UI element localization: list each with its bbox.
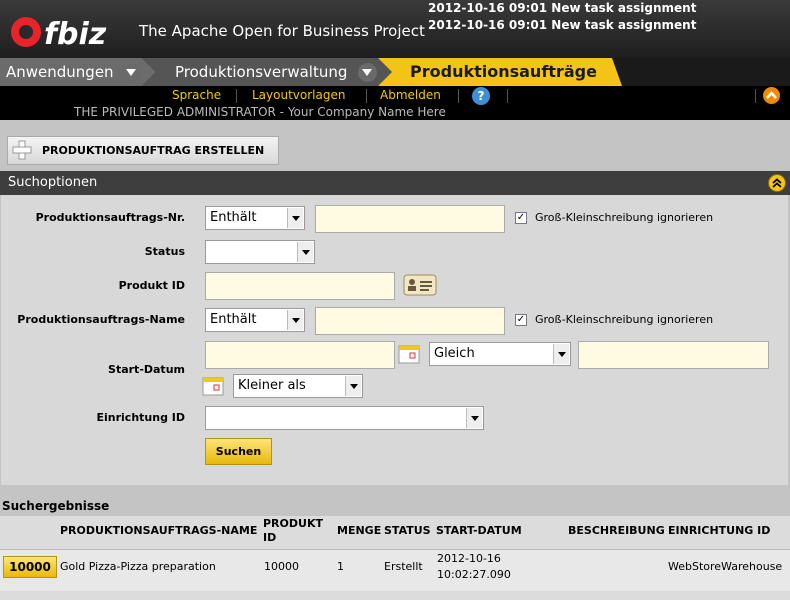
- search-button[interactable]: Suchen: [205, 438, 272, 465]
- search-options-panel: [1, 195, 788, 485]
- search-results-header: Suchergebnisse: [0, 496, 790, 516]
- notification-2[interactable]: 2012-10-16 09:01 New task assignment: [428, 18, 696, 32]
- chevron-down-icon: [345, 376, 361, 396]
- order-name-label: Produktionsauftrags-Name: [17, 313, 185, 326]
- tab-produktionsauftraege[interactable]: Produktionsaufträge: [410, 58, 597, 86]
- order-id-button[interactable]: 10000: [3, 556, 57, 578]
- menu-separator: [236, 89, 237, 103]
- menu-separator: [507, 89, 508, 103]
- menu-separator: [458, 89, 459, 103]
- collapse-up-icon[interactable]: [763, 87, 780, 104]
- cell-name: Gold Pizza-Pizza preparation: [60, 560, 216, 573]
- column-header-start-date[interactable]: START-DATUM: [436, 524, 522, 538]
- user-info: THE PRIVILEGED ADMINISTRATOR - Your Comp…: [74, 105, 446, 119]
- column-header-name[interactable]: PRODUKTIONSAUFTRAGS-NAME: [60, 524, 257, 538]
- cell-start-time: 10:02:27.090: [437, 568, 511, 581]
- product-id-input[interactable]: [205, 272, 395, 300]
- start-date-op1-select[interactable]: Gleich: [429, 342, 571, 366]
- chevron-down-icon: [287, 310, 303, 330]
- chevron-down-icon[interactable]: [122, 63, 141, 82]
- column-header-description[interactable]: BESCHREIBUNG: [568, 524, 665, 538]
- select-value: Gleich: [434, 346, 475, 361]
- help-icon[interactable]: ?: [472, 87, 490, 105]
- menu-layoutvorlagen[interactable]: Layoutvorlagen: [252, 88, 345, 102]
- cell-product-id: 10000: [264, 560, 299, 573]
- start-date-from-input[interactable]: [205, 341, 395, 369]
- collapse-icon[interactable]: [768, 174, 786, 192]
- search-options-title: Suchoptionen: [8, 175, 98, 190]
- cell-status: Erstellt: [384, 560, 423, 573]
- facility-select[interactable]: [205, 406, 484, 430]
- chevron-down-icon[interactable]: [358, 63, 377, 82]
- column-header-quantity[interactable]: MENGE: [337, 524, 381, 538]
- select-value: Kleiner als: [238, 378, 306, 393]
- cell-quantity: 1: [337, 560, 344, 573]
- cell-facility: WebStoreWarehouse: [668, 560, 783, 573]
- svg-text:fbiz: fbiz: [44, 17, 107, 52]
- order-name-input[interactable]: [315, 307, 505, 335]
- menu-abmelden[interactable]: Abmelden: [380, 88, 441, 102]
- order-no-label: Produktionsauftrags-Nr.: [35, 211, 185, 224]
- ignore-case-label: Groß-Kleinschreibung ignorieren: [535, 313, 714, 326]
- plus-icon: [12, 140, 32, 160]
- tab-background: [0, 58, 622, 86]
- select-value: Enthält: [210, 210, 257, 225]
- order-no-input[interactable]: [315, 205, 505, 233]
- column-header-facility[interactable]: EINRICHTUNG ID: [668, 524, 770, 538]
- chevron-down-icon: [287, 208, 303, 228]
- create-production-order-button[interactable]: PRODUKTIONSAUFTRAG ERSTELLEN: [7, 136, 279, 165]
- product-id-label: Produkt ID: [118, 279, 185, 292]
- chevron-down-icon: [466, 408, 482, 428]
- menu-separator: [366, 89, 367, 103]
- order-name-ignore-case-checkbox[interactable]: ✓: [515, 314, 527, 326]
- notification-1[interactable]: 2012-10-16 09:01 New task assignment: [428, 1, 696, 15]
- menu-sprache[interactable]: Sprache: [172, 88, 221, 102]
- tab-bar: [0, 58, 790, 86]
- order-no-ignore-case-checkbox[interactable]: ✓: [515, 212, 527, 224]
- order-no-operator-select[interactable]: Enthält: [205, 206, 305, 230]
- menu-separator: [755, 89, 756, 103]
- start-date-to-input[interactable]: [578, 341, 769, 369]
- tab-label: Anwendungen: [6, 63, 114, 81]
- status-label: Status: [144, 245, 185, 258]
- search-options-header: Suchoptionen: [0, 171, 790, 195]
- facility-label: Einrichtung ID: [96, 411, 185, 424]
- ofbiz-logo[interactable]: fbiz: [8, 8, 120, 52]
- tab-produktionsverwaltung[interactable]: Produktionsverwaltung: [175, 58, 347, 86]
- ignore-case-label: Groß-Kleinschreibung ignorieren: [535, 211, 714, 224]
- menu-links: Sprache Layoutvorlagen Abmelden ?: [0, 86, 790, 105]
- start-date-op2-select[interactable]: Kleiner als: [233, 374, 363, 398]
- calendar-icon[interactable]: [398, 343, 420, 365]
- tab-label: Produktionsverwaltung: [175, 63, 348, 81]
- calendar-icon[interactable]: [202, 375, 224, 397]
- column-header-product-id[interactable]: PRODUKT ID: [263, 517, 325, 545]
- select-value: Enthält: [210, 312, 257, 327]
- app-tagline: The Apache Open for Business Project: [139, 22, 425, 40]
- tab-label: Produktionsaufträge: [410, 62, 597, 81]
- start-date-label: Start-Datum: [108, 363, 185, 376]
- chevron-down-icon: [297, 242, 313, 262]
- chevron-down-icon: [553, 344, 569, 364]
- lookup-card-icon[interactable]: [403, 273, 437, 297]
- create-button-label: PRODUKTIONSAUFTRAG ERSTELLEN: [42, 144, 265, 157]
- order-name-operator-select[interactable]: Enthält: [205, 308, 305, 332]
- cell-start-date: 2012-10-16: [437, 552, 501, 565]
- tab-anwendungen[interactable]: Anwendungen: [6, 58, 114, 86]
- status-select[interactable]: [205, 240, 315, 264]
- column-header-status[interactable]: STATUS: [384, 524, 431, 538]
